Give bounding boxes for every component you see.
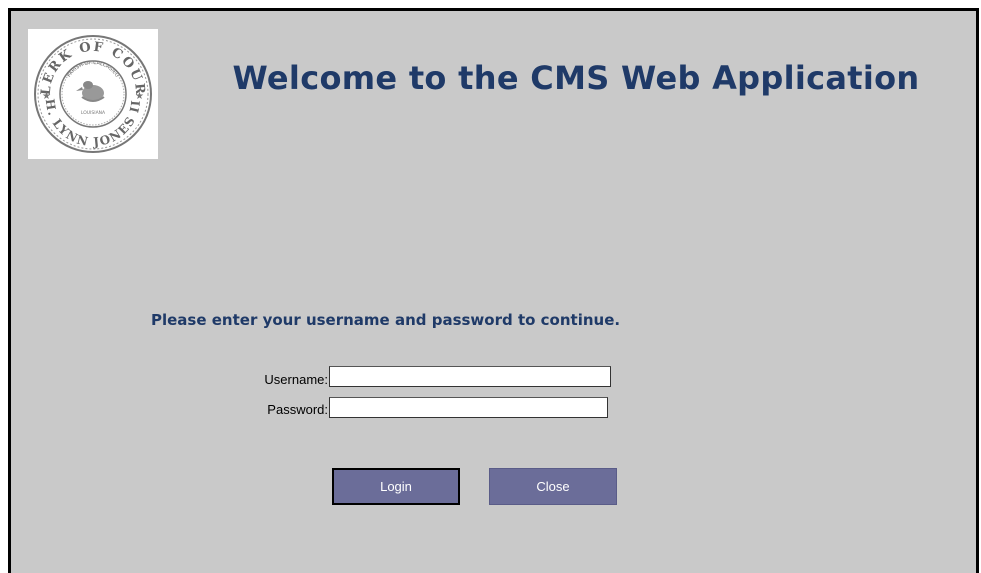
svg-text:LOUISIANA: LOUISIANA [81,110,106,116]
seal-icon: CLERK OF COURT H. LYNN JONES II PARISH O… [28,29,152,153]
login-instructions: Please enter your username and password … [151,311,621,329]
password-label: Password: [267,402,328,417]
svg-text:★: ★ [135,91,144,102]
username-input[interactable] [329,366,611,387]
password-input[interactable] [329,397,608,418]
close-button[interactable]: Close [489,468,617,505]
login-button[interactable]: Login [332,468,460,505]
svg-text:★: ★ [42,91,51,102]
clerk-of-court-seal: CLERK OF COURT H. LYNN JONES II PARISH O… [28,29,158,159]
username-label: Username: [264,372,328,387]
app-window: CLERK OF COURT H. LYNN JONES II PARISH O… [8,8,979,573]
svg-text:H. LYNN JONES II: H. LYNN JONES II [43,98,144,149]
page-title: Welcome to the CMS Web Application [232,59,920,97]
svg-text:PARISH OF CALCASIEU: PARISH OF CALCASIEU [66,60,120,79]
